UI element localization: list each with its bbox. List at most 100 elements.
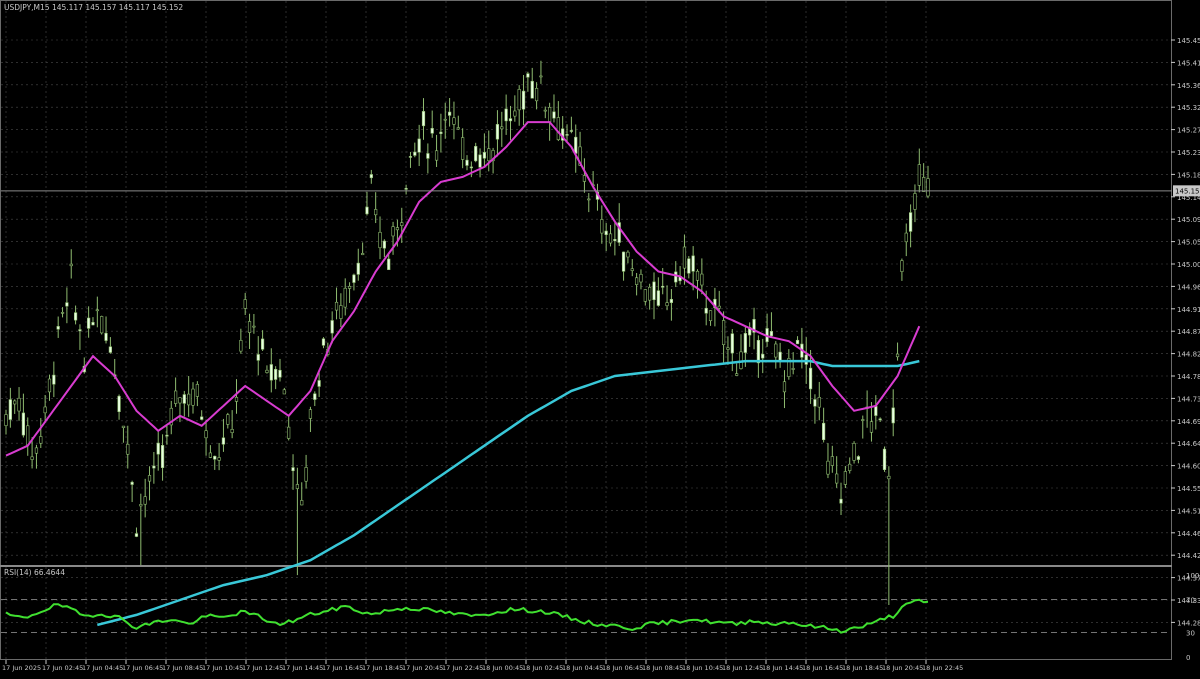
candle-body [413, 151, 417, 156]
slow-moving-average-line [96, 359, 920, 627]
candle-body [661, 285, 665, 288]
time-axis-label: 17 Jun 22:45 [442, 664, 483, 672]
time-axis-label: 18 Jun 02:45 [522, 664, 563, 672]
candle-body [4, 414, 8, 426]
candle-body [295, 484, 299, 489]
candle-body [504, 108, 508, 122]
price-chart[interactable]: 145.455 145.410 145.365 145.320 145.275 145.2… [0, 0, 1200, 675]
candle-body [830, 456, 834, 466]
candle-body [691, 255, 695, 272]
candle-body [195, 384, 199, 397]
candle-body [21, 412, 25, 436]
candle-body [635, 277, 639, 285]
candle-body [152, 465, 156, 469]
candle-body [521, 90, 526, 110]
time-axis[interactable]: 17 Jun 2025 17 Jun 02:4517 Jun 04:4517 Ju… [2, 660, 963, 672]
fast-moving-average-line [5, 121, 921, 457]
candle-body [278, 369, 282, 378]
price-axis-label: 145.275 [1177, 127, 1200, 135]
candle-body [913, 193, 917, 210]
candle-body [426, 153, 430, 159]
candle-body [839, 498, 843, 504]
candle-body [56, 326, 60, 330]
candle-body [387, 258, 391, 271]
time-axis-label: 18 Jun 04:45 [562, 664, 603, 672]
trading-terminal: 145.455 145.410 145.365 145.320 145.275 145.2… [0, 0, 1200, 675]
candle-body [313, 393, 317, 400]
time-axis-label: 17 Jun 2025 [2, 664, 41, 672]
candle-body [256, 354, 260, 361]
candle-body [221, 437, 226, 445]
candle-body [482, 152, 486, 159]
candle-body [104, 332, 108, 341]
candle-body [352, 274, 356, 283]
price-axis-label: 144.465 [1177, 530, 1200, 538]
candle-body [569, 130, 573, 132]
candle-body [909, 212, 913, 232]
candle-body [208, 452, 213, 458]
candle-body [361, 253, 365, 256]
price-axis-label: 144.825 [1177, 351, 1200, 359]
rsi-axis-label: 0 [1186, 654, 1190, 662]
candle-body [213, 455, 217, 460]
candlestick-series [4, 60, 930, 605]
candle-body [808, 367, 813, 390]
candle-body [478, 154, 482, 168]
candle-body [369, 174, 373, 179]
candle-body [391, 226, 395, 237]
candle-body [669, 298, 674, 303]
candle-body [600, 219, 604, 234]
rsi-axis-label: 70 [1186, 597, 1195, 605]
candle-body [630, 268, 634, 271]
price-axis[interactable]: 145.455 145.410 145.365 145.320 145.275 145.2… [1171, 37, 1200, 627]
price-grid [1, 1, 1171, 623]
candle-body [365, 206, 369, 215]
candle-body [874, 405, 878, 416]
candle-body [721, 320, 726, 345]
price-axis-label: 145.230 [1177, 149, 1200, 157]
time-axis-label: 17 Jun 12:45 [242, 664, 283, 672]
candle-body [300, 500, 304, 506]
candle-body [500, 126, 504, 130]
candle-body [378, 231, 382, 249]
candle-body [178, 397, 182, 404]
candle-body [73, 312, 78, 321]
candle-body [852, 443, 856, 461]
candle-body [613, 239, 617, 242]
candle-body [539, 75, 543, 78]
current-price-tag: 145.152 [1173, 185, 1200, 197]
candle-body [826, 460, 830, 475]
candle-body [813, 399, 817, 407]
candle-body [65, 302, 69, 307]
candle-body [434, 150, 439, 161]
candle-body [34, 447, 39, 454]
candle-body [452, 117, 456, 125]
rsi-axis: 100 70 30 0 [1186, 572, 1199, 662]
candle-body [282, 389, 286, 395]
candle-body [230, 429, 234, 433]
price-axis-label: 144.960 [1177, 283, 1200, 291]
candle-body [69, 263, 73, 267]
time-axis-label: 18 Jun 22:45 [922, 664, 963, 672]
candle-body [234, 397, 239, 402]
time-axis-label: 18 Jun 08:45 [642, 664, 683, 672]
price-axis-label: 144.870 [1177, 328, 1200, 336]
candle-body [882, 448, 887, 471]
rsi-axis-label: 100 [1186, 572, 1199, 580]
candle-body [904, 232, 908, 243]
candle-body [461, 137, 465, 160]
candle-body [517, 89, 521, 111]
candle-body [608, 233, 613, 244]
candle-body [861, 419, 865, 421]
price-axis-label: 144.510 [1177, 507, 1200, 515]
candle-body [239, 340, 243, 352]
price-axis-label: 144.420 [1177, 552, 1200, 560]
candle-body [543, 109, 547, 112]
candle-body [17, 397, 21, 412]
candle-body [421, 111, 426, 127]
candle-body [95, 309, 99, 312]
candle-body [795, 339, 800, 345]
time-axis-label: 17 Jun 20:45 [402, 664, 443, 672]
candle-body [60, 312, 65, 314]
candle-body [130, 481, 134, 485]
